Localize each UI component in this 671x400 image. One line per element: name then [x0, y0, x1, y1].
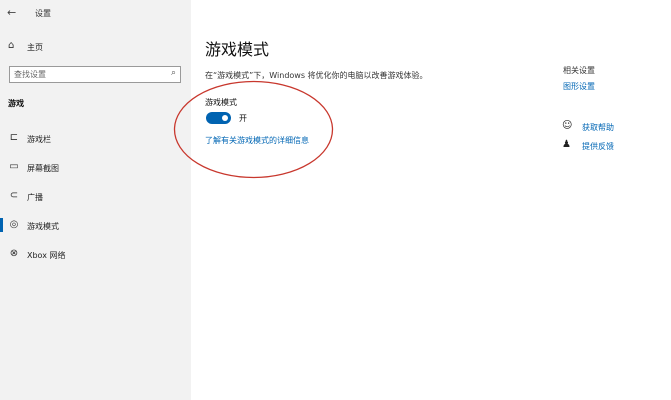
game-bar-icon: ⊏ — [9, 132, 19, 143]
sidebar-item-label: 屏幕截图 — [27, 164, 59, 173]
sidebar-item-label: 广播 — [27, 193, 43, 202]
search-box[interactable]: ⌕ — [9, 66, 181, 83]
section-header: 游戏 — [8, 99, 24, 108]
give-feedback-label: 提供反馈 — [582, 142, 614, 151]
graphics-settings-link[interactable]: 图形设置 — [563, 81, 595, 92]
sidebar-item-captures[interactable]: ▭ 屏幕截图 — [0, 158, 191, 178]
sidebar: ← 设置 ⌂ 主页 ⌕ 游戏 ⊏ 游戏栏 ▭ 屏幕截图 ⊂ 广播 ◎ 游戏模式 … — [0, 0, 191, 400]
back-arrow-icon[interactable]: ← — [7, 6, 16, 19]
title-bar: ← 设置 — [0, 0, 191, 28]
search-input[interactable] — [14, 69, 164, 80]
sidebar-item-label: 主页 — [27, 43, 43, 52]
sidebar-item-game-bar[interactable]: ⊏ 游戏栏 — [0, 129, 191, 149]
sidebar-item-label: 游戏模式 — [27, 222, 59, 231]
help-chat-icon: ☺ — [562, 120, 573, 131]
active-indicator — [0, 218, 3, 232]
search-icon[interactable]: ⌕ — [171, 68, 176, 78]
sidebar-item-game-mode[interactable]: ◎ 游戏模式 — [0, 216, 191, 236]
sidebar-item-label: Xbox 网络 — [27, 251, 66, 260]
sidebar-item-home[interactable]: ⌂ 主页 — [0, 37, 191, 57]
feedback-icon: ♟ — [562, 139, 571, 150]
related-settings-title: 相关设置 — [563, 66, 595, 75]
give-feedback-link[interactable]: ♟ 提供反馈 — [562, 139, 662, 153]
game-mode-icon: ◎ — [9, 219, 19, 230]
main-content: 游戏模式 在“游戏模式”下，Windows 将优化你的电脑以改善游戏体验。 游戏… — [191, 0, 671, 400]
app-title: 设置 — [35, 9, 51, 18]
annotation-circle — [173, 80, 334, 179]
sidebar-item-broadcast[interactable]: ⊂ 广播 — [0, 187, 191, 207]
broadcast-icon: ⊂ — [9, 190, 19, 201]
home-icon: ⌂ — [8, 40, 15, 51]
sidebar-item-label: 游戏栏 — [27, 135, 51, 144]
get-help-link[interactable]: ☺ 获取帮助 — [562, 120, 662, 134]
xbox-icon: ⊗ — [9, 248, 19, 259]
sidebar-item-xbox-network[interactable]: ⊗ Xbox 网络 — [0, 245, 191, 265]
capture-icon: ▭ — [9, 161, 19, 172]
get-help-label: 获取帮助 — [582, 123, 614, 132]
page-title: 游戏模式 — [205, 40, 270, 59]
